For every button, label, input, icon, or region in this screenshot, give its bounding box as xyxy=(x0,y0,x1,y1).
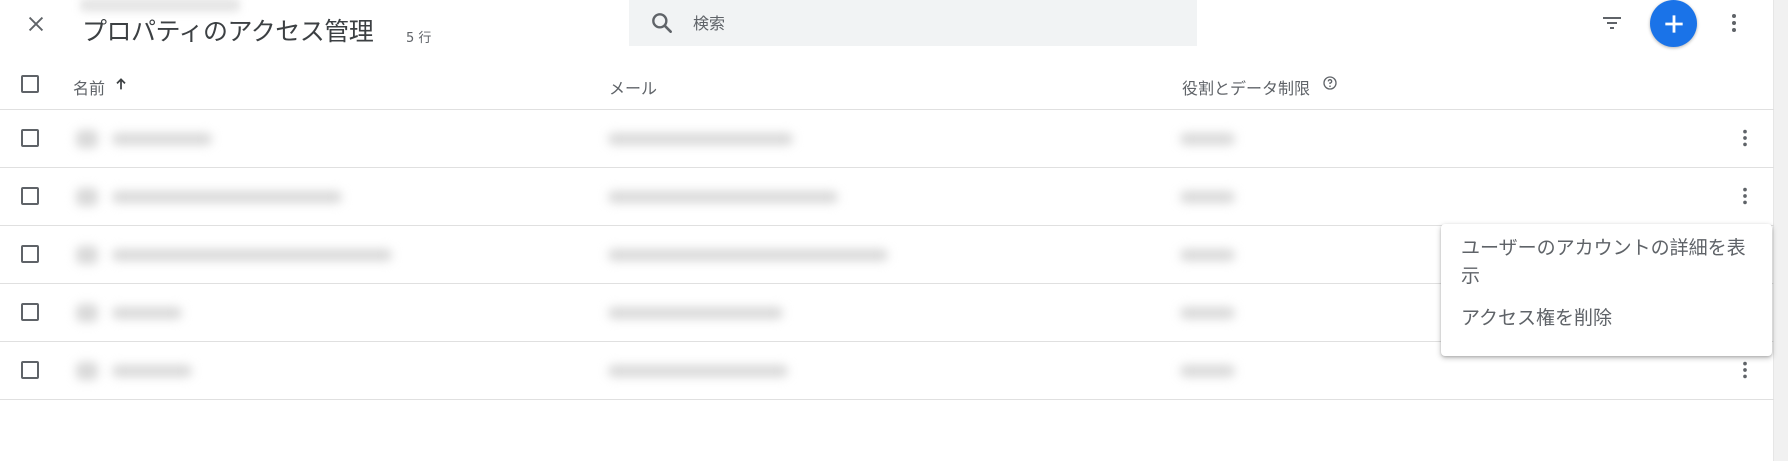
user-name-redacted xyxy=(112,249,392,261)
help-outline-icon[interactable] xyxy=(1322,75,1338,91)
user-email-redacted xyxy=(608,249,888,261)
menu-item-remove-access[interactable]: アクセス権を削除 xyxy=(1461,304,1612,332)
close-button[interactable] xyxy=(18,6,54,42)
user-email-redacted xyxy=(608,307,783,319)
row-checkbox[interactable] xyxy=(21,245,39,263)
menu-item-view-account-details[interactable]: ユーザーのアカウントの詳細を表示 xyxy=(1461,234,1756,290)
avatar xyxy=(76,188,98,206)
page-title: プロパティのアクセス管理 xyxy=(82,17,374,46)
row-checkbox[interactable] xyxy=(21,129,39,147)
row-checkbox[interactable] xyxy=(21,361,39,379)
arrow-upward-icon[interactable] xyxy=(113,76,129,92)
avatar xyxy=(76,246,98,264)
search-bar[interactable] xyxy=(629,0,1197,46)
user-name-redacted xyxy=(112,307,182,319)
user-role-redacted xyxy=(1180,191,1235,203)
user-email-redacted xyxy=(608,191,838,203)
column-header-role[interactable]: 役割とデータ制限 xyxy=(1182,75,1310,99)
user-role-redacted xyxy=(1180,307,1235,319)
row-checkbox[interactable] xyxy=(21,303,39,321)
add-icon xyxy=(1664,14,1683,33)
more-vert-icon xyxy=(1743,187,1747,205)
table-row[interactable] xyxy=(0,110,1774,168)
user-email-redacted xyxy=(608,365,788,377)
more-vert-icon xyxy=(1743,361,1747,379)
more-vert-icon xyxy=(1743,129,1747,147)
row-checkbox[interactable] xyxy=(21,187,39,205)
user-email-redacted xyxy=(608,133,793,145)
filter-button[interactable] xyxy=(1594,5,1630,41)
row-count-label: 5 行 xyxy=(406,31,432,46)
search-icon xyxy=(652,13,672,33)
row-more-button[interactable] xyxy=(1728,353,1762,387)
page-scrollbar[interactable] xyxy=(1773,0,1788,461)
avatar xyxy=(76,130,98,148)
table-row[interactable] xyxy=(0,168,1774,226)
user-role-redacted xyxy=(1180,365,1235,377)
row-more-button[interactable] xyxy=(1728,179,1762,213)
column-header-name[interactable]: 名前 xyxy=(73,75,105,99)
avatar xyxy=(76,362,98,380)
close-icon xyxy=(28,16,44,32)
more-vert-icon xyxy=(1732,14,1736,32)
user-role-redacted xyxy=(1180,133,1235,145)
user-name-redacted xyxy=(112,365,192,377)
avatar xyxy=(76,304,98,322)
user-name-redacted xyxy=(112,133,212,145)
more-options-button[interactable] xyxy=(1716,5,1752,41)
row-context-menu: ユーザーのアカウントの詳細を表示 アクセス権を削除 xyxy=(1441,224,1772,356)
column-header-email[interactable]: メール xyxy=(609,75,657,99)
row-more-button[interactable] xyxy=(1728,121,1762,155)
add-user-button[interactable] xyxy=(1650,0,1697,47)
select-all-checkbox[interactable] xyxy=(21,75,39,93)
breadcrumb-redacted xyxy=(80,0,240,12)
user-name-redacted xyxy=(112,191,342,203)
search-input[interactable] xyxy=(691,12,1175,34)
user-role-redacted xyxy=(1180,249,1235,261)
filter-icon xyxy=(1603,17,1621,29)
table-header: 名前 メール 役割とデータ制限 xyxy=(0,58,1774,110)
